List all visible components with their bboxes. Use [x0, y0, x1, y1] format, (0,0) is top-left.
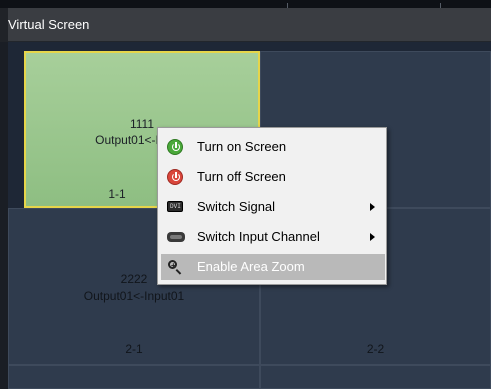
menu-item-turn-on-screen[interactable]: Turn on Screen [161, 134, 385, 160]
virtual-screen-titlebar: Virtual Screen [0, 8, 491, 42]
power-off-icon [167, 169, 183, 185]
power-on-icon [167, 139, 183, 155]
menu-item-turn-off-screen[interactable]: Turn off Screen [161, 164, 385, 190]
menu-item-label: Turn off Screen [197, 169, 286, 184]
left-gutter [0, 42, 8, 389]
screen-position: 2-1 [125, 342, 143, 356]
menu-item-enable-area-zoom[interactable]: + Enable Area Zoom [161, 254, 385, 280]
submenu-arrow-icon [370, 203, 375, 211]
submenu-arrow-icon [370, 233, 375, 241]
titlebar-edge [0, 8, 8, 42]
menu-item-switch-input-channel[interactable]: Switch Input Channel [161, 224, 385, 250]
context-menu: Turn on Screen Turn off Screen DVI Switc… [157, 127, 387, 285]
screen-position: 2-2 [366, 342, 385, 356]
menu-item-label: Turn on Screen [197, 139, 287, 154]
dvi-icon-text: DVI [170, 203, 181, 210]
menu-item-label: Switch Signal [197, 199, 276, 214]
screen-cell-3-2[interactable] [260, 365, 491, 389]
input-channel-icon [167, 232, 185, 242]
screen-cell-3-1[interactable] [8, 365, 260, 389]
menu-item-label: Switch Input Channel [197, 229, 320, 244]
screen-source: Output01<-Input01 [83, 289, 185, 303]
zoom-icon: + [167, 259, 183, 275]
panel-title: Virtual Screen [8, 17, 90, 32]
menu-item-label: Enable Area Zoom [197, 259, 305, 274]
menu-item-switch-signal[interactable]: DVI Switch Signal [161, 194, 385, 220]
top-strip [0, 0, 491, 8]
dvi-signal-icon: DVI [167, 201, 183, 212]
